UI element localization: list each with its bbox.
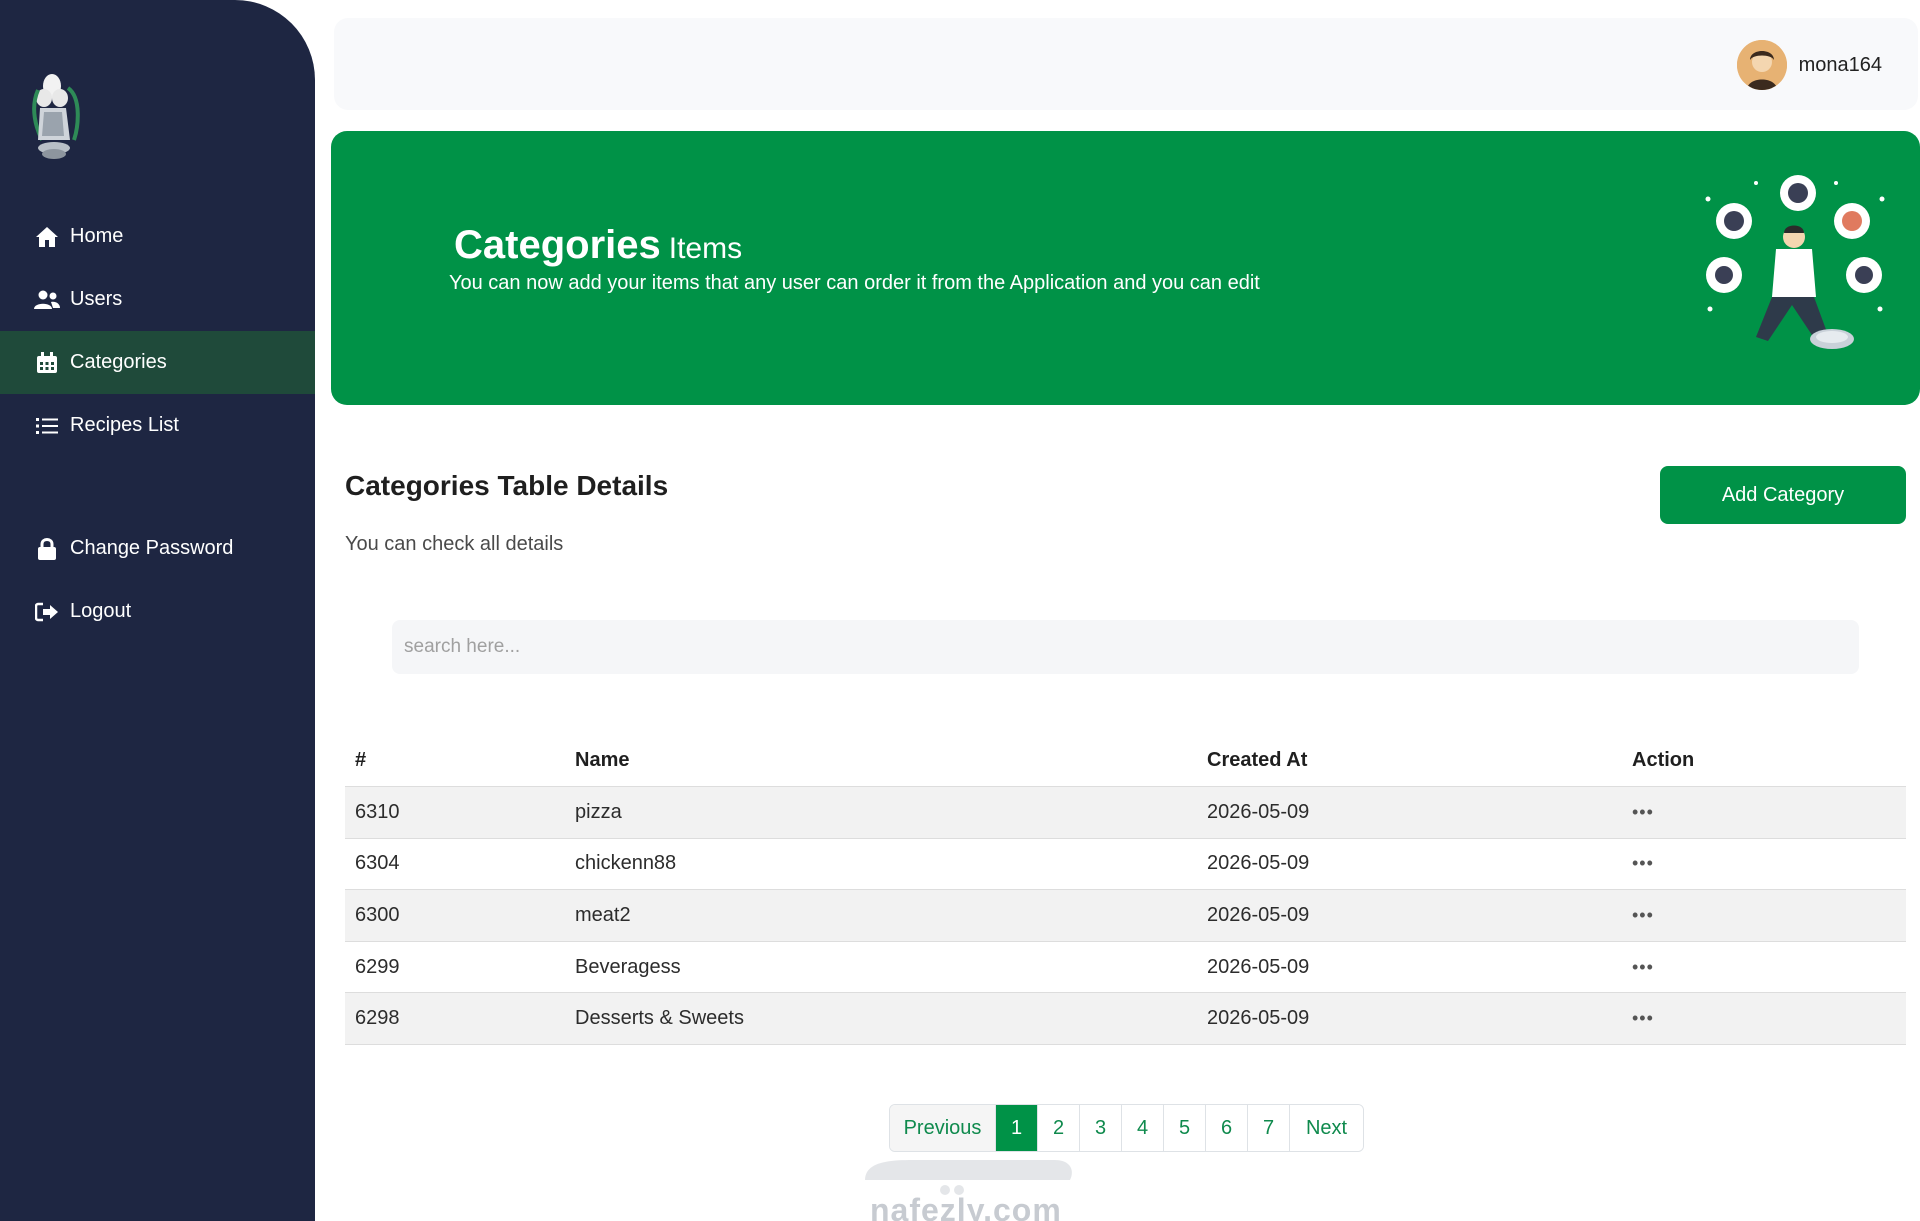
cell-name: meat2 [575,903,631,926]
cell-id: 6310 [355,800,400,823]
cell-name: Desserts & Sweets [575,1007,744,1030]
banner-title-secondary: Items [668,232,743,265]
sidebar-item-home[interactable]: Home [0,205,315,268]
pagination-page-4[interactable]: 4 [1122,1105,1164,1151]
top-bar: mona164 [334,18,1918,110]
sidebar-item-label: Logout [70,600,132,622]
cell-id: 6300 [355,903,400,926]
row-actions-icon[interactable]: ••• [1632,957,1654,977]
pagination-next[interactable]: Next [1290,1105,1363,1151]
sidebar-item-users[interactable]: Users [0,268,315,331]
users-icon [34,287,60,313]
username[interactable]: mona164 [1799,54,1882,77]
logout-icon [34,599,60,625]
column-header-created-at: Created At [1207,749,1308,771]
watermark-text: nafezly.com [870,1192,1062,1221]
pagination: Previous 1 2 3 4 5 6 7 Next [889,1104,1364,1152]
sidebar-item-label: Recipes List [70,414,179,436]
sidebar-item-label: Home [70,225,124,247]
sidebar-item-change-password[interactable]: Change Password [0,517,315,580]
row-actions-icon[interactable]: ••• [1632,853,1654,873]
table-header: # Name Created At Action [345,735,1906,787]
header-banner: Categories Items You can now add your ite… [331,131,1920,405]
banner-title-main: Categories [454,223,661,267]
table-row: 6310 pizza 2026-05-09 ••• [345,787,1906,839]
cell-created-at: 2026-05-09 [1207,800,1310,823]
sidebar-item-label: Users [70,288,123,310]
row-actions-icon[interactable]: ••• [1632,905,1654,925]
column-header-id: # [355,749,367,771]
list-icon [34,413,60,439]
sidebar: Home Users Categories Recipes List Chang… [0,0,315,1221]
sidebar-item-label: Change Password [70,537,234,559]
chef-illustration-icon [1696,169,1896,369]
cell-name: pizza [575,800,622,823]
banner-title: Categories Items [454,223,742,268]
row-actions-icon[interactable]: ••• [1632,802,1654,822]
cell-id: 6304 [355,852,400,875]
pagination-page-6[interactable]: 6 [1206,1105,1248,1151]
user-menu[interactable]: mona164 [1736,40,1882,90]
pagination-page-5[interactable]: 5 [1164,1105,1206,1151]
sidebar-item-recipes-list[interactable]: Recipes List [0,394,315,457]
pagination-page-3[interactable]: 3 [1080,1105,1122,1151]
section-title: Categories Table Details [345,470,669,501]
cell-created-at: 2026-05-09 [1207,955,1310,978]
cell-id: 6298 [355,1007,400,1030]
cell-created-at: 2026-05-09 [1207,1007,1310,1030]
table-row: 6299 Beveragess 2026-05-09 ••• [345,942,1906,994]
sidebar-nav: Home Users Categories Recipes List Chang… [0,205,315,643]
sidebar-item-logout[interactable]: Logout [0,580,315,643]
table-row: 6298 Desserts & Sweets 2026-05-09 ••• [345,993,1906,1045]
row-actions-icon[interactable]: ••• [1632,1008,1654,1028]
section-subtitle: You can check all details [345,533,564,555]
cell-created-at: 2026-05-09 [1207,903,1310,926]
add-category-button[interactable]: Add Category [1660,466,1906,524]
cell-name: chickenn88 [575,852,677,875]
cell-created-at: 2026-05-09 [1207,852,1310,875]
cell-id: 6299 [355,955,400,978]
pagination-previous[interactable]: Previous [890,1105,996,1151]
column-header-action: Action [1632,749,1695,771]
sidebar-item-categories[interactable]: Categories [0,331,315,394]
avatar[interactable] [1736,40,1787,90]
calendar-icon [34,350,60,376]
lock-icon [34,536,60,562]
categories-table: # Name Created At Action 6310 pizza 2026… [345,735,1906,1045]
cell-name: Beveragess [575,955,681,978]
column-header-name: Name [575,749,630,771]
search-input[interactable] [392,620,1859,674]
pagination-page-1[interactable]: 1 [996,1105,1038,1151]
chef-logo-icon[interactable] [30,68,90,168]
table-row: 6300 meat2 2026-05-09 ••• [345,890,1906,942]
home-icon [34,224,60,250]
banner-subtitle: You can now add your items that any user… [449,272,1260,294]
pagination-page-2[interactable]: 2 [1038,1105,1080,1151]
table-row: 6304 chickenn88 2026-05-09 ••• [345,839,1906,891]
sidebar-item-label: Categories [70,351,167,373]
pagination-page-7[interactable]: 7 [1248,1105,1290,1151]
